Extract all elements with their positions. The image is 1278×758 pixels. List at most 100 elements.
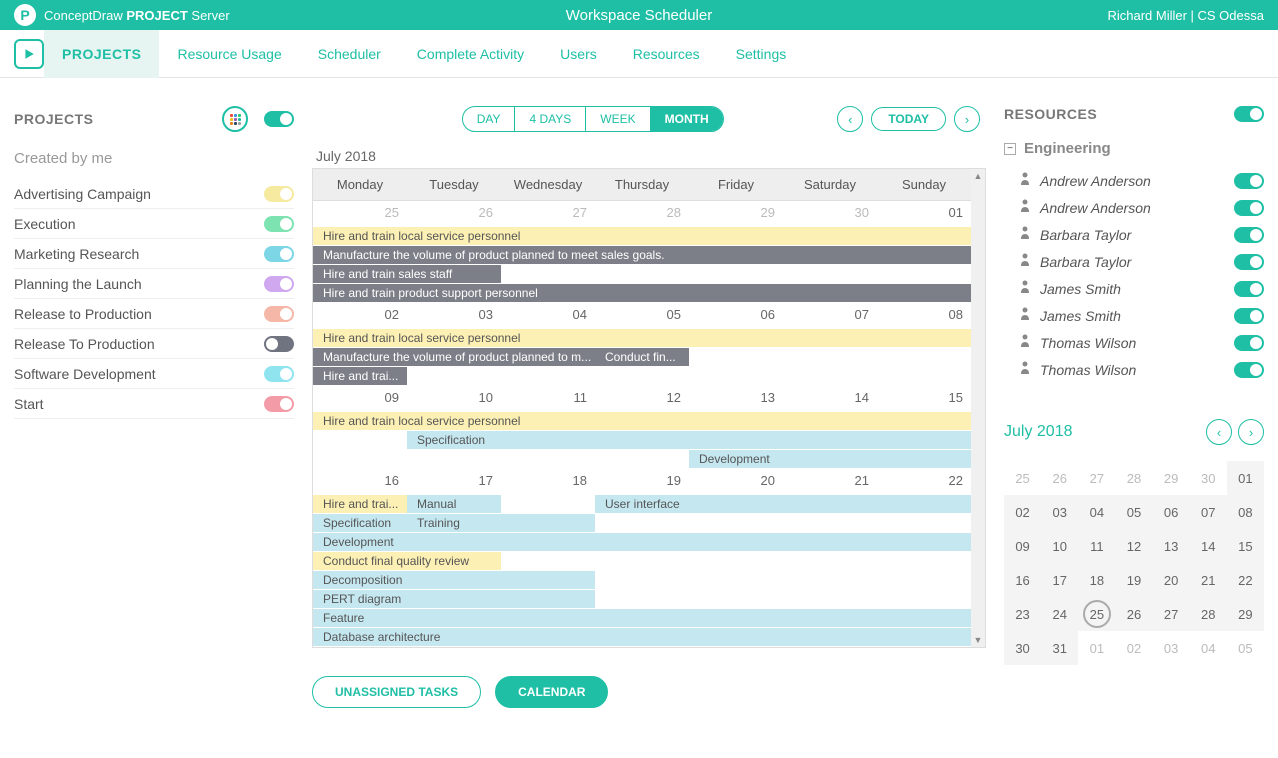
day-number-cell[interactable]: 15: [877, 386, 971, 412]
next-period-button[interactable]: ›: [954, 106, 980, 132]
mini-cal-cell[interactable]: 01: [1227, 461, 1264, 495]
mini-cal-cell[interactable]: 06: [1153, 495, 1190, 529]
resource-toggle[interactable]: [1234, 227, 1264, 243]
tab-scheduler[interactable]: Scheduler: [300, 30, 399, 78]
mini-cal-cell[interactable]: 29: [1227, 597, 1264, 631]
calendar-button[interactable]: CALENDAR: [495, 676, 608, 708]
prev-period-button[interactable]: ‹: [837, 106, 863, 132]
task-bar[interactable]: PERT diagram: [313, 590, 595, 609]
resource-item[interactable]: James Smith: [1004, 275, 1264, 302]
view-day[interactable]: DAY: [463, 107, 516, 131]
day-number-cell[interactable]: 19: [595, 469, 689, 495]
task-bar[interactable]: Specification: [407, 431, 971, 450]
day-number-cell[interactable]: 02: [313, 303, 407, 329]
day-number-cell[interactable]: 25: [313, 201, 407, 227]
task-bar[interactable]: Development: [313, 533, 971, 552]
task-bar[interactable]: Development: [689, 450, 971, 469]
task-bar[interactable]: Feature: [313, 609, 971, 628]
resource-item[interactable]: Andrew Anderson: [1004, 194, 1264, 221]
resource-toggle[interactable]: [1234, 362, 1264, 378]
task-bar[interactable]: Conduct final quality review: [313, 552, 501, 571]
mini-cal-cell[interactable]: 19: [1115, 563, 1152, 597]
mini-cal-cell[interactable]: 28: [1115, 461, 1152, 495]
resource-item[interactable]: Thomas Wilson: [1004, 356, 1264, 383]
color-grid-button[interactable]: [222, 106, 248, 132]
mini-cal-cell[interactable]: 05: [1227, 631, 1264, 665]
resource-item[interactable]: James Smith: [1004, 302, 1264, 329]
day-number-cell[interactable]: 26: [407, 201, 501, 227]
mini-cal-cell[interactable]: 22: [1227, 563, 1264, 597]
resource-toggle[interactable]: [1234, 335, 1264, 351]
task-bar[interactable]: Hire and train local service personnel: [313, 412, 971, 431]
day-number-cell[interactable]: 20: [689, 469, 783, 495]
day-number-cell[interactable]: 01: [877, 201, 971, 227]
mini-cal-cell[interactable]: 01: [1078, 631, 1115, 665]
task-bar[interactable]: Database architecture: [313, 628, 971, 647]
mini-cal-selected[interactable]: 25: [1083, 600, 1111, 628]
view-4days[interactable]: 4 DAYS: [515, 107, 586, 131]
mini-next-button[interactable]: ›: [1238, 419, 1264, 445]
day-number-cell[interactable]: 08: [877, 303, 971, 329]
day-number-cell[interactable]: 22: [877, 469, 971, 495]
task-bar[interactable]: Training: [407, 514, 595, 533]
task-bar[interactable]: Manufacture the volume of product planne…: [313, 348, 595, 367]
project-toggle[interactable]: [264, 336, 294, 352]
tab-users[interactable]: Users: [542, 30, 615, 78]
day-number-cell[interactable]: 17: [407, 469, 501, 495]
task-bar[interactable]: Manufacture the volume of product planne…: [313, 246, 971, 265]
project-item[interactable]: Marketing Research: [14, 239, 294, 269]
day-number-cell[interactable]: 11: [501, 386, 595, 412]
task-bar[interactable]: Manual: [407, 495, 501, 514]
tab-settings[interactable]: Settings: [718, 30, 805, 78]
resource-item[interactable]: Barbara Taylor: [1004, 221, 1264, 248]
resource-item[interactable]: Barbara Taylor: [1004, 248, 1264, 275]
user-info[interactable]: Richard Miller | CS Odessa: [1107, 8, 1264, 23]
task-bar[interactable]: Hire and train local service personnel: [313, 227, 971, 246]
project-toggle[interactable]: [264, 276, 294, 292]
day-number-cell[interactable]: 28: [595, 201, 689, 227]
mini-cal-cell[interactable]: 05: [1115, 495, 1152, 529]
task-bar[interactable]: Hire and train product support personnel: [313, 284, 971, 303]
task-bar[interactable]: Decomposition: [313, 571, 595, 590]
mini-cal-cell[interactable]: 21: [1190, 563, 1227, 597]
unassigned-tasks-button[interactable]: UNASSIGNED TASKS: [312, 676, 481, 708]
project-toggle[interactable]: [264, 246, 294, 262]
view-week[interactable]: WEEK: [586, 107, 650, 131]
play-button[interactable]: [14, 39, 44, 69]
day-number-cell[interactable]: 14: [783, 386, 877, 412]
resource-item[interactable]: Thomas Wilson: [1004, 329, 1264, 356]
day-number-cell[interactable]: 13: [689, 386, 783, 412]
project-toggle[interactable]: [264, 366, 294, 382]
project-item[interactable]: Release To Production: [14, 329, 294, 359]
mini-cal-cell[interactable]: 08: [1227, 495, 1264, 529]
scroll-down-icon[interactable]: ▼: [974, 635, 983, 645]
resource-toggle[interactable]: [1234, 281, 1264, 297]
day-number-cell[interactable]: 06: [689, 303, 783, 329]
mini-cal-cell[interactable]: 10: [1041, 529, 1078, 563]
project-toggle[interactable]: [264, 306, 294, 322]
mini-cal-cell[interactable]: 26: [1041, 461, 1078, 495]
resources-master-toggle[interactable]: [1234, 106, 1264, 122]
mini-cal-cell[interactable]: 04: [1190, 631, 1227, 665]
calendar-scrollbar[interactable]: ▲ ▼: [971, 169, 985, 647]
mini-cal-cell[interactable]: 11: [1078, 529, 1115, 563]
tab-projects[interactable]: PROJECTS: [44, 30, 159, 78]
mini-cal-cell[interactable]: 30: [1190, 461, 1227, 495]
mini-cal-cell[interactable]: 17: [1041, 563, 1078, 597]
resource-toggle[interactable]: [1234, 200, 1264, 216]
day-number-cell[interactable]: 07: [783, 303, 877, 329]
day-number-cell[interactable]: 03: [407, 303, 501, 329]
mini-cal-cell[interactable]: 30: [1004, 631, 1041, 665]
task-bar[interactable]: Hire and trai...: [313, 495, 407, 514]
mini-cal-cell[interactable]: 15: [1227, 529, 1264, 563]
today-button[interactable]: TODAY: [871, 107, 946, 131]
mini-cal-cell[interactable]: 18: [1078, 563, 1115, 597]
tab-resources[interactable]: Resources: [615, 30, 718, 78]
mini-cal-cell[interactable]: 20: [1153, 563, 1190, 597]
tab-complete-activity[interactable]: Complete Activity: [399, 30, 542, 78]
task-bar[interactable]: Conduct fin...: [595, 348, 689, 367]
task-bar[interactable]: Hire and train local service personnel: [313, 329, 971, 348]
task-bar[interactable]: Hire and trai...: [313, 367, 407, 386]
collapse-icon[interactable]: −: [1004, 143, 1016, 155]
tab-resource-usage[interactable]: Resource Usage: [159, 30, 299, 78]
